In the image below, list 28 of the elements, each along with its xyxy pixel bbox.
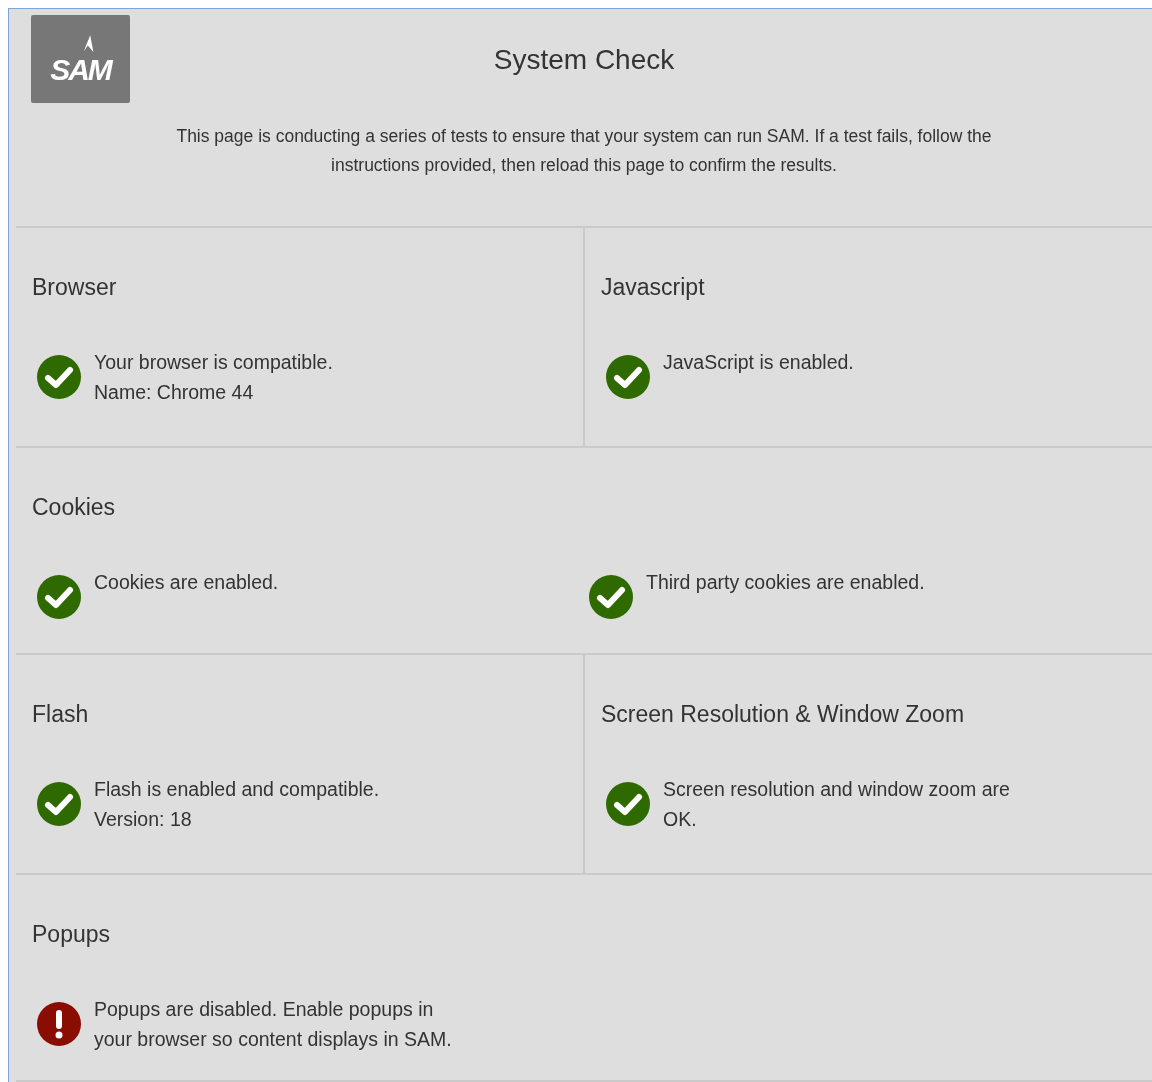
check-icon bbox=[606, 355, 650, 399]
section-title: Cookies bbox=[32, 493, 116, 522]
result-text: your browser so content displays in SAM. bbox=[94, 1027, 452, 1052]
section-title: Popups bbox=[32, 920, 110, 949]
check-icon bbox=[37, 575, 81, 619]
section-title: Flash bbox=[32, 700, 89, 729]
result-text: Third party cookies are enabled. bbox=[646, 570, 925, 595]
intro-text: This page is conducting a series of tests to ensure that your system can run SAM. If a test fails, follow the bbox=[176, 125, 992, 148]
intro-text: instructions provided, then reload this page to confirm the results. bbox=[331, 154, 837, 177]
result-text: Popups are disabled. Enable popups in bbox=[94, 997, 435, 1022]
result-text: Screen resolution and window zoom are bbox=[663, 777, 1010, 802]
section-title: Javascript bbox=[601, 273, 705, 302]
result-text: OK. bbox=[663, 807, 698, 832]
section-title: Screen Resolution & Window Zoom bbox=[601, 700, 965, 729]
result-text: Cookies are enabled. bbox=[94, 570, 279, 595]
check-icon bbox=[37, 782, 81, 826]
result-text: Name: Chrome 44 bbox=[94, 380, 255, 405]
result-text: Flash is enabled and compatible. bbox=[94, 777, 380, 802]
page-title: System Check bbox=[493, 43, 675, 77]
section-title: Browser bbox=[32, 273, 117, 302]
check-icon bbox=[606, 782, 650, 826]
result-text: Version: 18 bbox=[94, 807, 193, 832]
check-icon bbox=[37, 355, 81, 399]
result-text: JavaScript is enabled. bbox=[663, 350, 854, 375]
check-icon bbox=[589, 575, 633, 619]
result-text: Your browser is compatible. bbox=[94, 350, 333, 375]
logo-text: SAM bbox=[50, 55, 111, 85]
error-icon bbox=[37, 1002, 81, 1046]
